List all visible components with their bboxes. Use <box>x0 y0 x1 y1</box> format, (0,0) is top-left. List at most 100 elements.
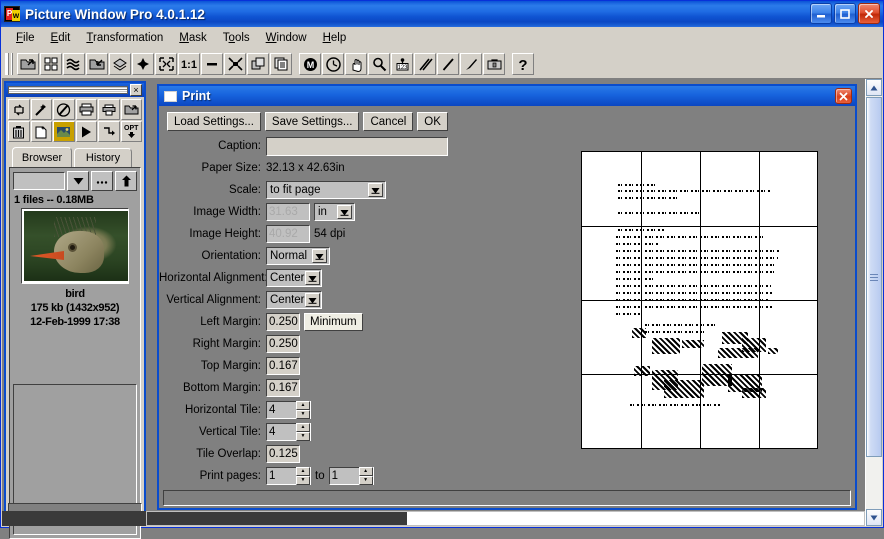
step-icon[interactable] <box>98 121 120 142</box>
vertical-scrollbar[interactable] <box>865 79 882 526</box>
options-icon[interactable]: OPT <box>120 121 142 142</box>
tab-browser[interactable]: Browser <box>12 147 72 167</box>
tile-overlap-input[interactable]: 0.125 <box>266 445 300 463</box>
print-pages-from-stepper[interactable]: 1 ▲ ▼ <box>266 467 311 485</box>
close-button[interactable] <box>858 3 880 24</box>
horizontal-scrollbar[interactable] <box>2 511 865 526</box>
refresh-icon[interactable] <box>8 99 30 120</box>
tab-history[interactable]: History <box>74 148 132 167</box>
ellipsis-icon[interactable] <box>91 171 113 191</box>
print-close-button[interactable] <box>835 88 852 104</box>
scroll-down-button[interactable] <box>866 509 882 526</box>
open-image-icon[interactable] <box>86 53 108 75</box>
stack-icon[interactable] <box>109 53 131 75</box>
tile-windows-icon[interactable] <box>270 53 292 75</box>
double-line-icon[interactable] <box>414 53 436 75</box>
menu-tools[interactable]: Tools <box>215 30 258 46</box>
minimum-button[interactable]: Minimum <box>304 313 363 331</box>
chevron-down-icon[interactable] <box>368 183 383 197</box>
toolbox-icon[interactable] <box>483 53 505 75</box>
cancel-button[interactable]: Cancel <box>363 112 414 131</box>
fit-window-icon[interactable] <box>155 53 177 75</box>
print-pages-from-spin-buttons[interactable]: ▲ ▼ <box>296 467 311 485</box>
plus-icon[interactable] <box>132 53 154 75</box>
open-folder-icon[interactable] <box>17 53 39 75</box>
print-small-icon[interactable] <box>98 99 120 120</box>
spin-down-icon[interactable]: ▼ <box>358 476 373 485</box>
hand-icon[interactable] <box>345 53 367 75</box>
magnifier-icon[interactable] <box>368 53 390 75</box>
browser-close-icon[interactable]: × <box>130 84 142 96</box>
printer-icon[interactable] <box>75 99 97 120</box>
horizontal-tile-input[interactable]: 4 <box>266 401 296 419</box>
print-pages-from-input[interactable]: 1 <box>266 467 296 485</box>
menu-mask[interactable]: Mask <box>171 30 215 46</box>
vertical-alignment-select[interactable]: Center <box>266 291 322 309</box>
thumbnail-image-bird[interactable] <box>24 211 128 281</box>
scale-select[interactable]: to fit page <box>266 181 386 199</box>
spin-up-icon[interactable]: ▲ <box>296 423 310 432</box>
waves-icon[interactable] <box>63 53 85 75</box>
new-file-icon[interactable] <box>30 121 52 142</box>
clock-icon[interactable] <box>322 53 344 75</box>
top-margin-input[interactable]: 0.167 <box>266 357 300 375</box>
toolbar-grip[interactable] <box>5 53 13 75</box>
horizontal-scrollbar-track[interactable] <box>146 511 865 526</box>
save-settings-button[interactable]: Save Settings... <box>264 112 360 131</box>
spin-up-icon[interactable]: ▲ <box>358 467 373 476</box>
up-arrow-icon[interactable] <box>115 171 137 191</box>
browser-grid-icon[interactable] <box>40 53 62 75</box>
menu-edit[interactable]: Edit <box>43 30 79 46</box>
image-width-input[interactable]: 31.63 <box>266 203 310 221</box>
image-width-unit-select[interactable]: in <box>314 203 355 221</box>
menu-transformation[interactable]: Transformation <box>78 30 171 46</box>
orientation-select[interactable]: Normal <box>266 247 330 265</box>
spin-down-icon[interactable]: ▼ <box>296 432 310 441</box>
print-pages-to-input[interactable]: 1 <box>328 467 359 485</box>
menu-window[interactable]: Window <box>258 30 315 46</box>
browser-title-bar[interactable]: × <box>6 83 144 97</box>
thumbnail-frame[interactable] <box>21 208 129 284</box>
menu-help[interactable]: Help <box>315 30 355 46</box>
magic-wand-icon[interactable] <box>30 99 52 120</box>
print-preview[interactable] <box>581 151 818 449</box>
one-to-one-icon[interactable]: 1:1 <box>178 53 200 75</box>
maximize-button[interactable] <box>834 3 856 24</box>
line-icon[interactable] <box>437 53 459 75</box>
path-input[interactable] <box>13 172 65 190</box>
print-pages-to-spin-buttons[interactable]: ▲ ▼ <box>358 467 374 485</box>
open-folder-icon[interactable] <box>120 99 142 120</box>
chevron-down-icon[interactable] <box>337 205 352 219</box>
spin-down-icon[interactable]: ▼ <box>296 410 310 419</box>
help-question-icon[interactable]: ? <box>512 53 534 75</box>
play-icon[interactable] <box>75 121 97 142</box>
horizontal-tile-stepper[interactable]: 4 ▲ ▼ <box>266 401 311 419</box>
horizontal-alignment-select[interactable]: Center <box>266 269 322 287</box>
vertical-tile-stepper[interactable]: 4 ▲ ▼ <box>266 423 311 441</box>
horizontal-scrollbar-thumb[interactable] <box>147 512 407 525</box>
mask-m-icon[interactable]: M <box>299 53 321 75</box>
image-height-input[interactable]: 40.92 <box>266 225 310 243</box>
vertical-tile-spin-buttons[interactable]: ▲ ▼ <box>296 423 311 441</box>
left-margin-input[interactable]: 0.250 <box>266 313 300 331</box>
chevron-down-icon[interactable] <box>304 271 320 285</box>
chevron-down-icon[interactable] <box>67 171 89 191</box>
horizontal-tile-spin-buttons[interactable]: ▲ ▼ <box>296 401 311 419</box>
copy-windows-icon[interactable] <box>247 53 269 75</box>
right-margin-input[interactable]: 0.250 <box>266 335 300 353</box>
pixel-info-icon[interactable]: 123 <box>391 53 413 75</box>
shrink-icon[interactable] <box>224 53 246 75</box>
bottom-margin-input[interactable]: 0.167 <box>266 379 300 397</box>
load-settings-button[interactable]: Load Settings... <box>167 112 261 131</box>
trash-icon[interactable] <box>8 121 30 142</box>
minimize-button[interactable] <box>810 3 832 24</box>
print-pages-to-stepper[interactable]: 1 ▲ ▼ <box>328 467 374 485</box>
vertical-tile-input[interactable]: 4 <box>266 423 296 441</box>
chevron-down-icon[interactable] <box>312 249 327 263</box>
spin-up-icon[interactable]: ▲ <box>296 467 310 476</box>
caption-input[interactable] <box>266 136 448 156</box>
thumbnail-icon[interactable] <box>53 121 75 142</box>
brush-icon[interactable] <box>460 53 482 75</box>
no-wand-icon[interactable] <box>53 99 75 120</box>
ok-button[interactable]: OK <box>417 112 448 131</box>
